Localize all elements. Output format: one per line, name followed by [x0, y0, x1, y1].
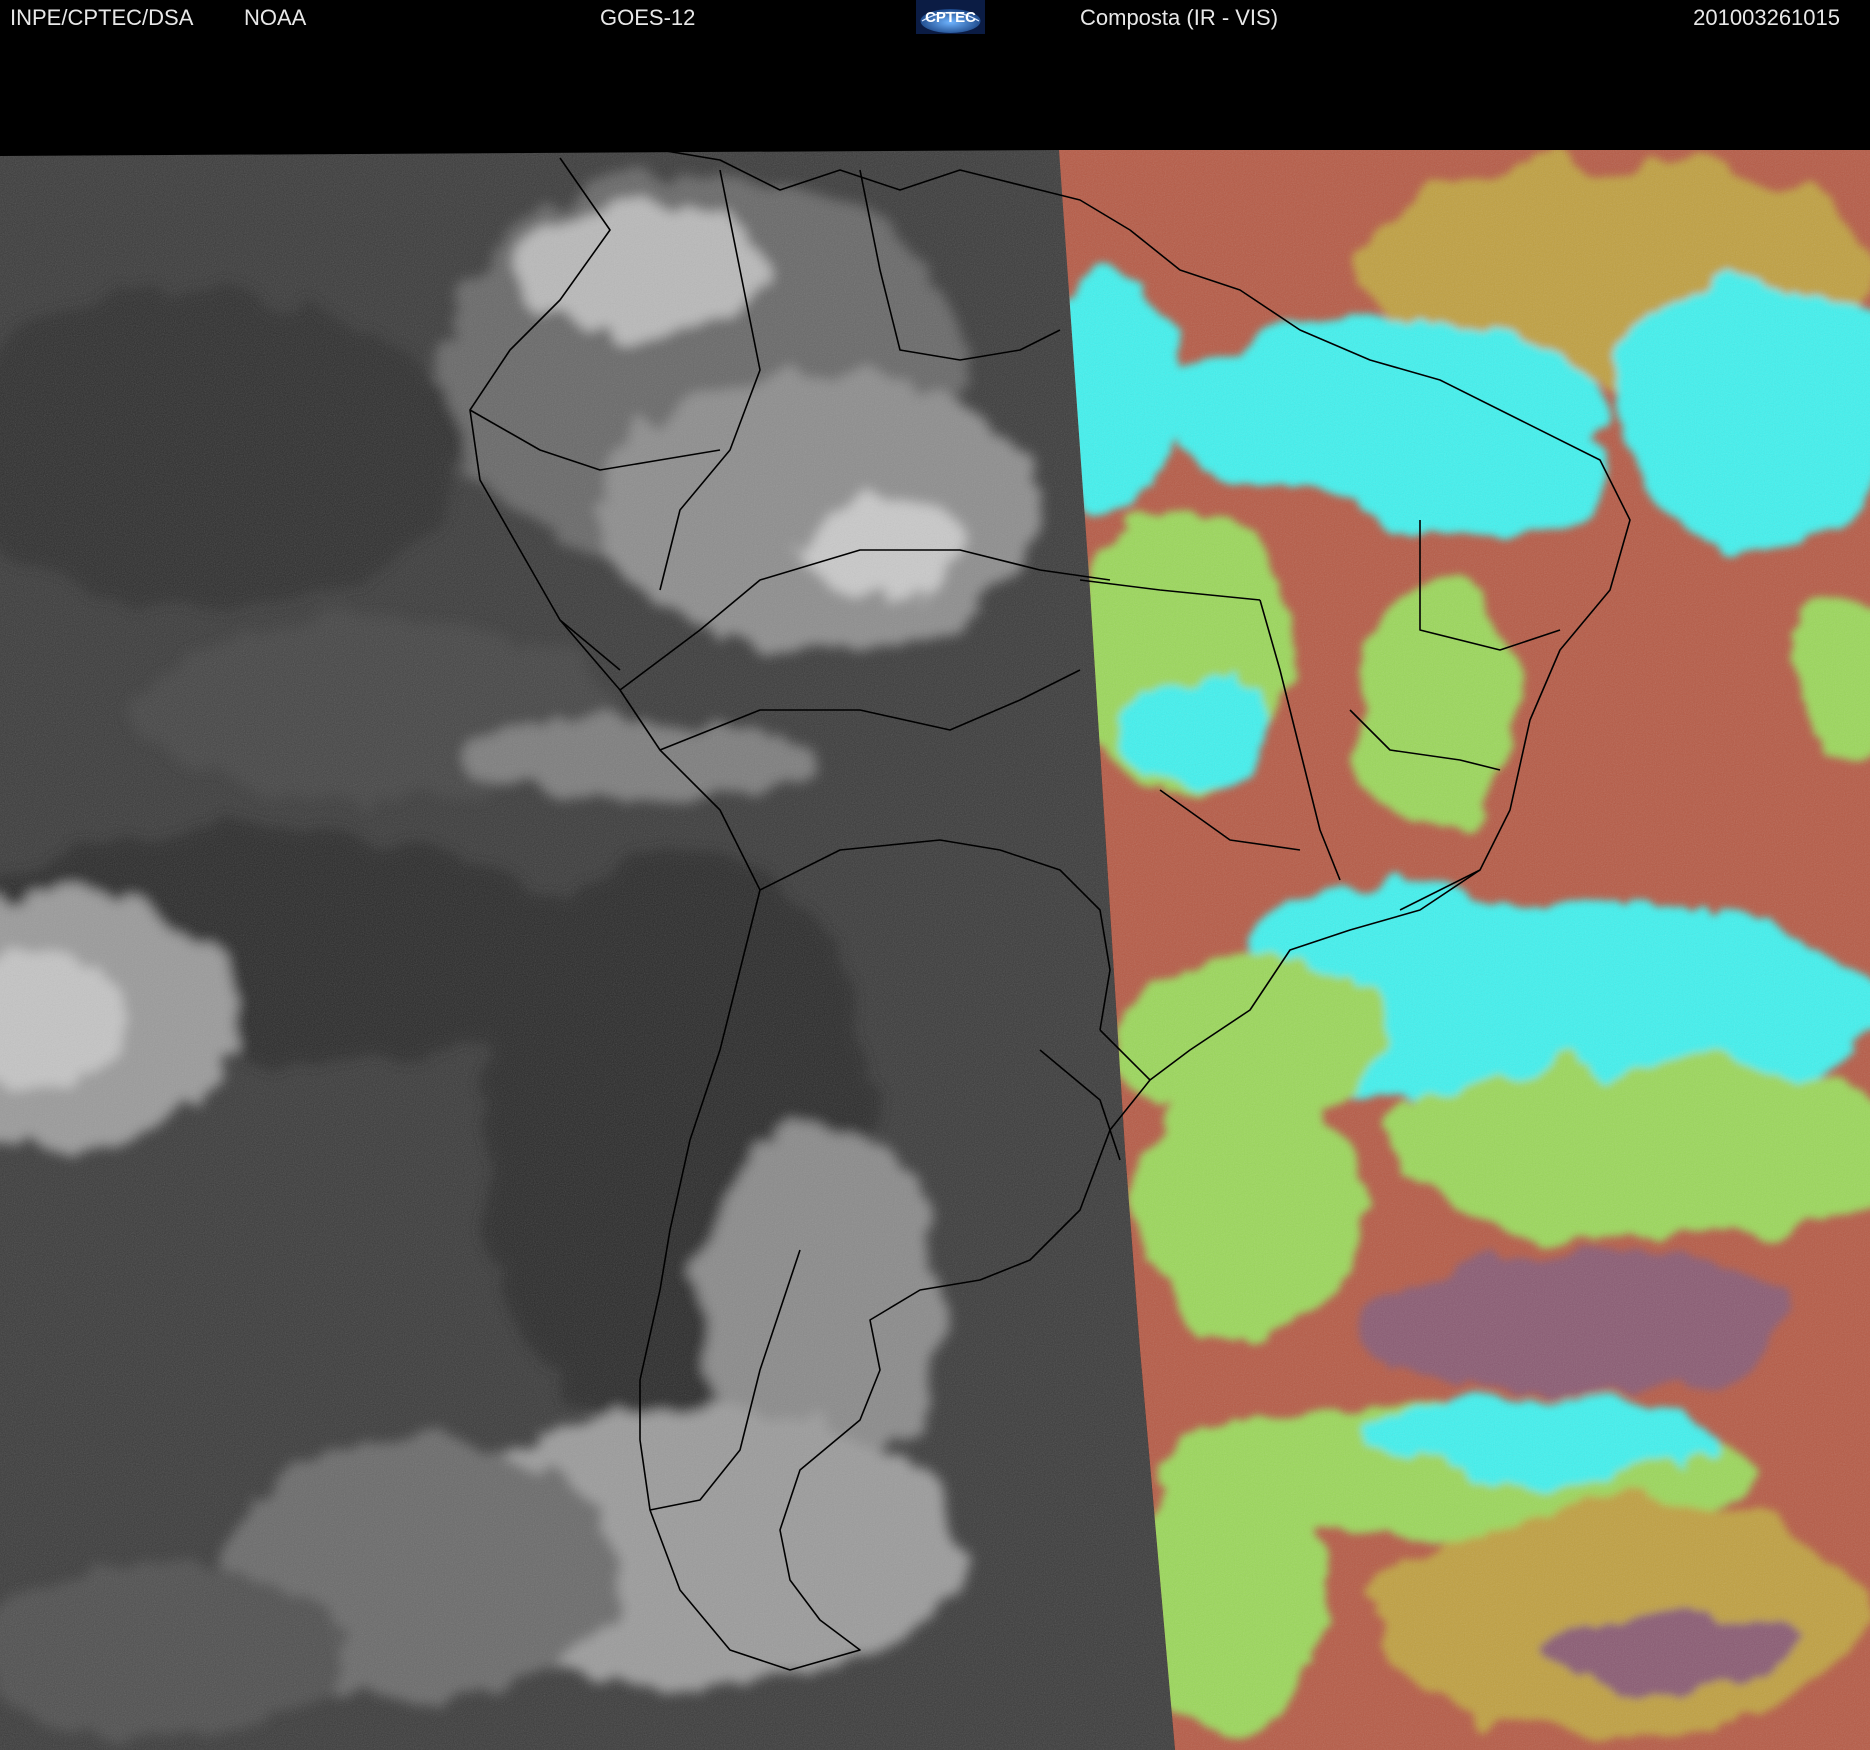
cptec-logo: CPTEC [916, 0, 985, 34]
satellite-label: GOES-12 [600, 5, 696, 30]
organization-label: INPE/CPTEC/DSA [10, 5, 194, 30]
timestamp-label: 201003261015 [1693, 5, 1840, 30]
product-label: Composta (IR - VIS) [1080, 5, 1279, 30]
satellite-image-frame: INPE/CPTEC/DSA NOAA GOES-12 CPTEC Compos… [0, 0, 1870, 1750]
header-bar: INPE/CPTEC/DSA NOAA GOES-12 CPTEC Compos… [0, 0, 1870, 36]
ir-grayscale-region [0, 150, 1175, 1750]
imagery-canvas [0, 150, 1870, 1750]
logo-text: CPTEC [925, 9, 976, 26]
satellite-imagery [0, 150, 1870, 1750]
composite-color-region [1059, 150, 1870, 1750]
agency-label: NOAA [244, 5, 307, 30]
